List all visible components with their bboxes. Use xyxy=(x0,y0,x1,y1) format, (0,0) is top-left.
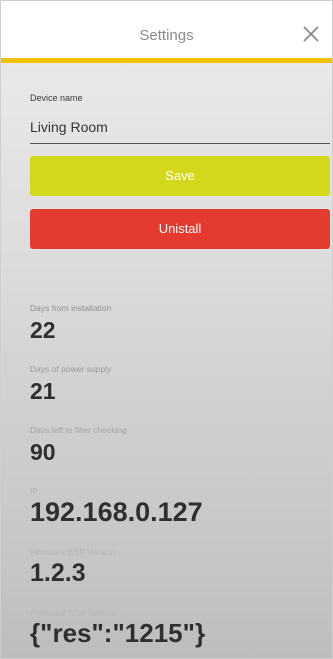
device-name-input[interactable]: Living Room xyxy=(30,118,108,136)
device-name-label: Device name xyxy=(30,93,83,103)
stat-label-days-from-installation: Days from installation xyxy=(30,303,112,313)
save-button[interactable]: Save xyxy=(30,156,330,196)
page-title: Settings xyxy=(139,27,194,44)
stat-value-ip: 192.168.0.127 xyxy=(30,497,203,527)
header-bar: Settings xyxy=(1,1,332,63)
stat-value-days-from-installation: 22 xyxy=(30,317,56,343)
settings-screen: Settings Device name Living Room Save Un… xyxy=(0,0,333,659)
device-name-underline xyxy=(30,143,330,144)
close-icon xyxy=(303,26,319,42)
stat-value-firmware-esp: 1.2.3 xyxy=(30,559,86,587)
close-button[interactable] xyxy=(300,23,322,45)
uninstall-button[interactable]: Unistall xyxy=(30,209,330,249)
stat-label-days-of-power-supply: Days of power supply xyxy=(30,364,112,374)
stat-value-days-of-power-supply: 21 xyxy=(30,378,56,404)
stat-label-days-left-filter: Days left to filter checking xyxy=(30,425,127,435)
stat-value-firmware-stm: {"res":"1215"} xyxy=(30,618,206,648)
stat-value-days-left-filter: 90 xyxy=(30,439,56,465)
stat-label-firmware-esp: Firmware ESP Version xyxy=(30,547,116,557)
